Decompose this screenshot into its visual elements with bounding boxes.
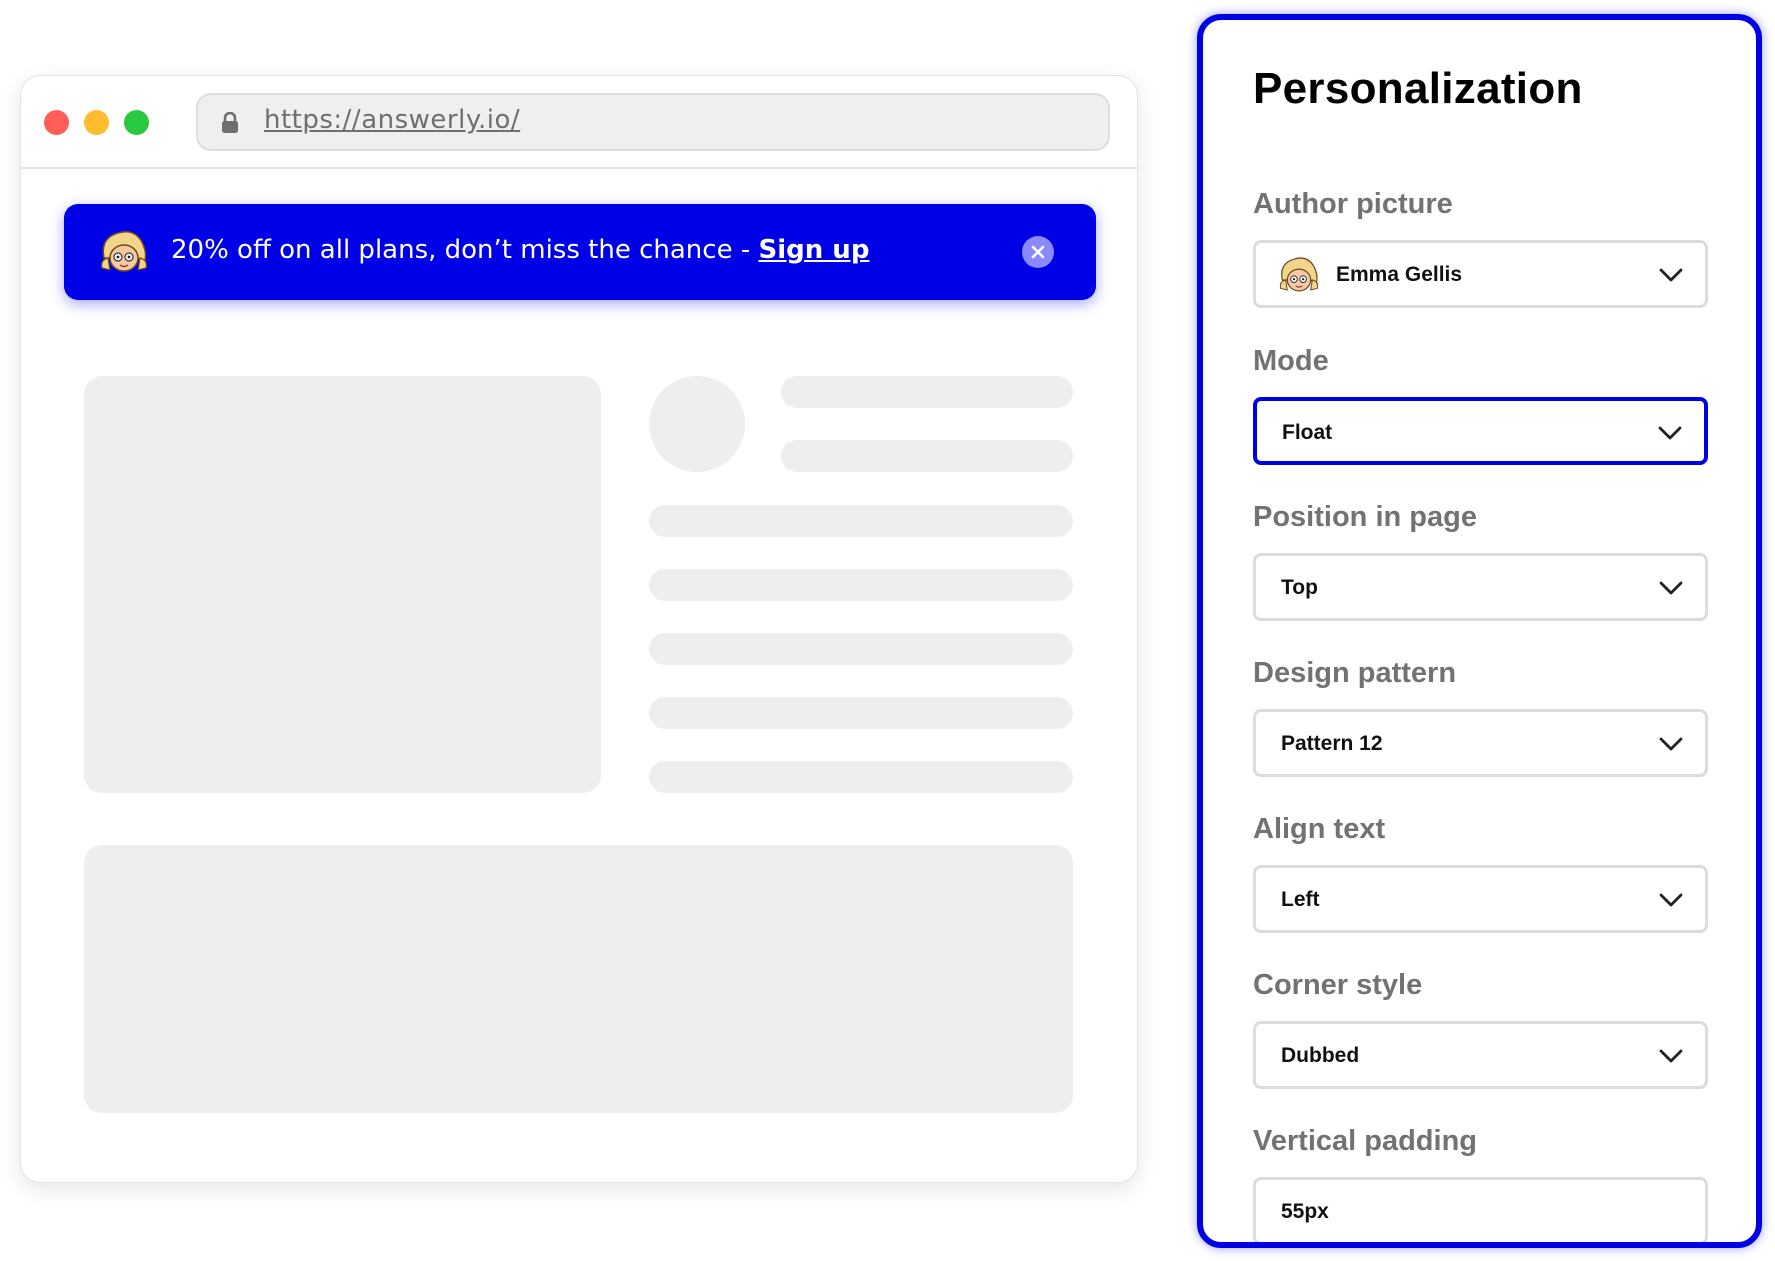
- chevron-down-icon: [1659, 893, 1683, 907]
- corner-style-select[interactable]: Dubbed: [1253, 1021, 1708, 1089]
- skeleton-line: [781, 440, 1073, 472]
- chevron-down-icon: [1659, 1049, 1683, 1063]
- browser-toolbar: https://answerly.io/: [21, 76, 1137, 169]
- skeleton-content-placeholder: [84, 845, 1073, 1113]
- banner-close-button[interactable]: [1022, 236, 1054, 268]
- author-picture-label: Author picture: [1253, 188, 1453, 220]
- avatar-icon: [101, 230, 147, 272]
- author-picture-value: Emma Gellis: [1336, 263, 1463, 286]
- address-bar[interactable]: https://answerly.io/: [196, 93, 1110, 151]
- skeleton-line: [649, 761, 1073, 793]
- skeleton-line: [649, 505, 1073, 537]
- position-in-page-value: Top: [1281, 576, 1318, 599]
- position-in-page-label: Position in page: [1253, 501, 1477, 533]
- align-text-label: Align text: [1253, 813, 1386, 845]
- vertical-padding-label: Vertical padding: [1253, 1125, 1477, 1157]
- chevron-down-icon: [1659, 268, 1683, 282]
- chevron-down-icon: [1658, 426, 1682, 440]
- chevron-down-icon: [1659, 581, 1683, 595]
- panel-title: Personalization: [1253, 64, 1583, 113]
- align-text-select[interactable]: Left: [1253, 865, 1708, 933]
- align-text-value: Left: [1281, 888, 1320, 911]
- author-picture-select[interactable]: Emma Gellis: [1253, 240, 1708, 308]
- corner-style-value: Dubbed: [1281, 1044, 1360, 1067]
- mode-label: Mode: [1253, 345, 1329, 377]
- sign-up-link[interactable]: Sign up: [759, 235, 870, 265]
- url-text[interactable]: https://answerly.io/: [264, 105, 520, 135]
- design-pattern-label: Design pattern: [1253, 657, 1457, 689]
- vertical-padding-value: 55px: [1281, 1200, 1329, 1223]
- design-pattern-select[interactable]: Pattern 12: [1253, 709, 1708, 777]
- close-window-button[interactable]: [44, 110, 69, 135]
- skeleton-avatar-placeholder: [649, 376, 745, 472]
- chevron-down-icon: [1659, 737, 1683, 751]
- skeleton-line: [649, 633, 1073, 665]
- mode-value: Float: [1282, 421, 1333, 444]
- lock-icon: [222, 112, 238, 133]
- position-in-page-select[interactable]: Top: [1253, 553, 1708, 621]
- promo-banner: 20% off on all plans, don’t miss the cha…: [64, 204, 1096, 300]
- banner-message: 20% off on all plans, don’t miss the cha…: [171, 235, 869, 265]
- close-icon: [1031, 245, 1045, 259]
- corner-style-label: Corner style: [1253, 969, 1423, 1001]
- maximize-window-button[interactable]: [124, 110, 149, 135]
- design-pattern-value: Pattern 12: [1281, 732, 1383, 755]
- avatar-icon: [1279, 257, 1319, 292]
- skeleton-image-placeholder: [84, 376, 601, 793]
- skeleton-line: [649, 697, 1073, 729]
- vertical-padding-input[interactable]: 55px: [1253, 1177, 1708, 1242]
- skeleton-line: [781, 376, 1073, 408]
- browser-window: https://answerly.io/ 20% off on all plan…: [20, 75, 1138, 1183]
- skeleton-line: [649, 569, 1073, 601]
- banner-text: 20% off on all plans, don’t miss the cha…: [171, 235, 759, 265]
- personalization-panel: Personalization Author picture Emma Gell…: [1197, 14, 1762, 1248]
- mode-select[interactable]: Float: [1253, 397, 1708, 465]
- minimize-window-button[interactable]: [84, 110, 109, 135]
